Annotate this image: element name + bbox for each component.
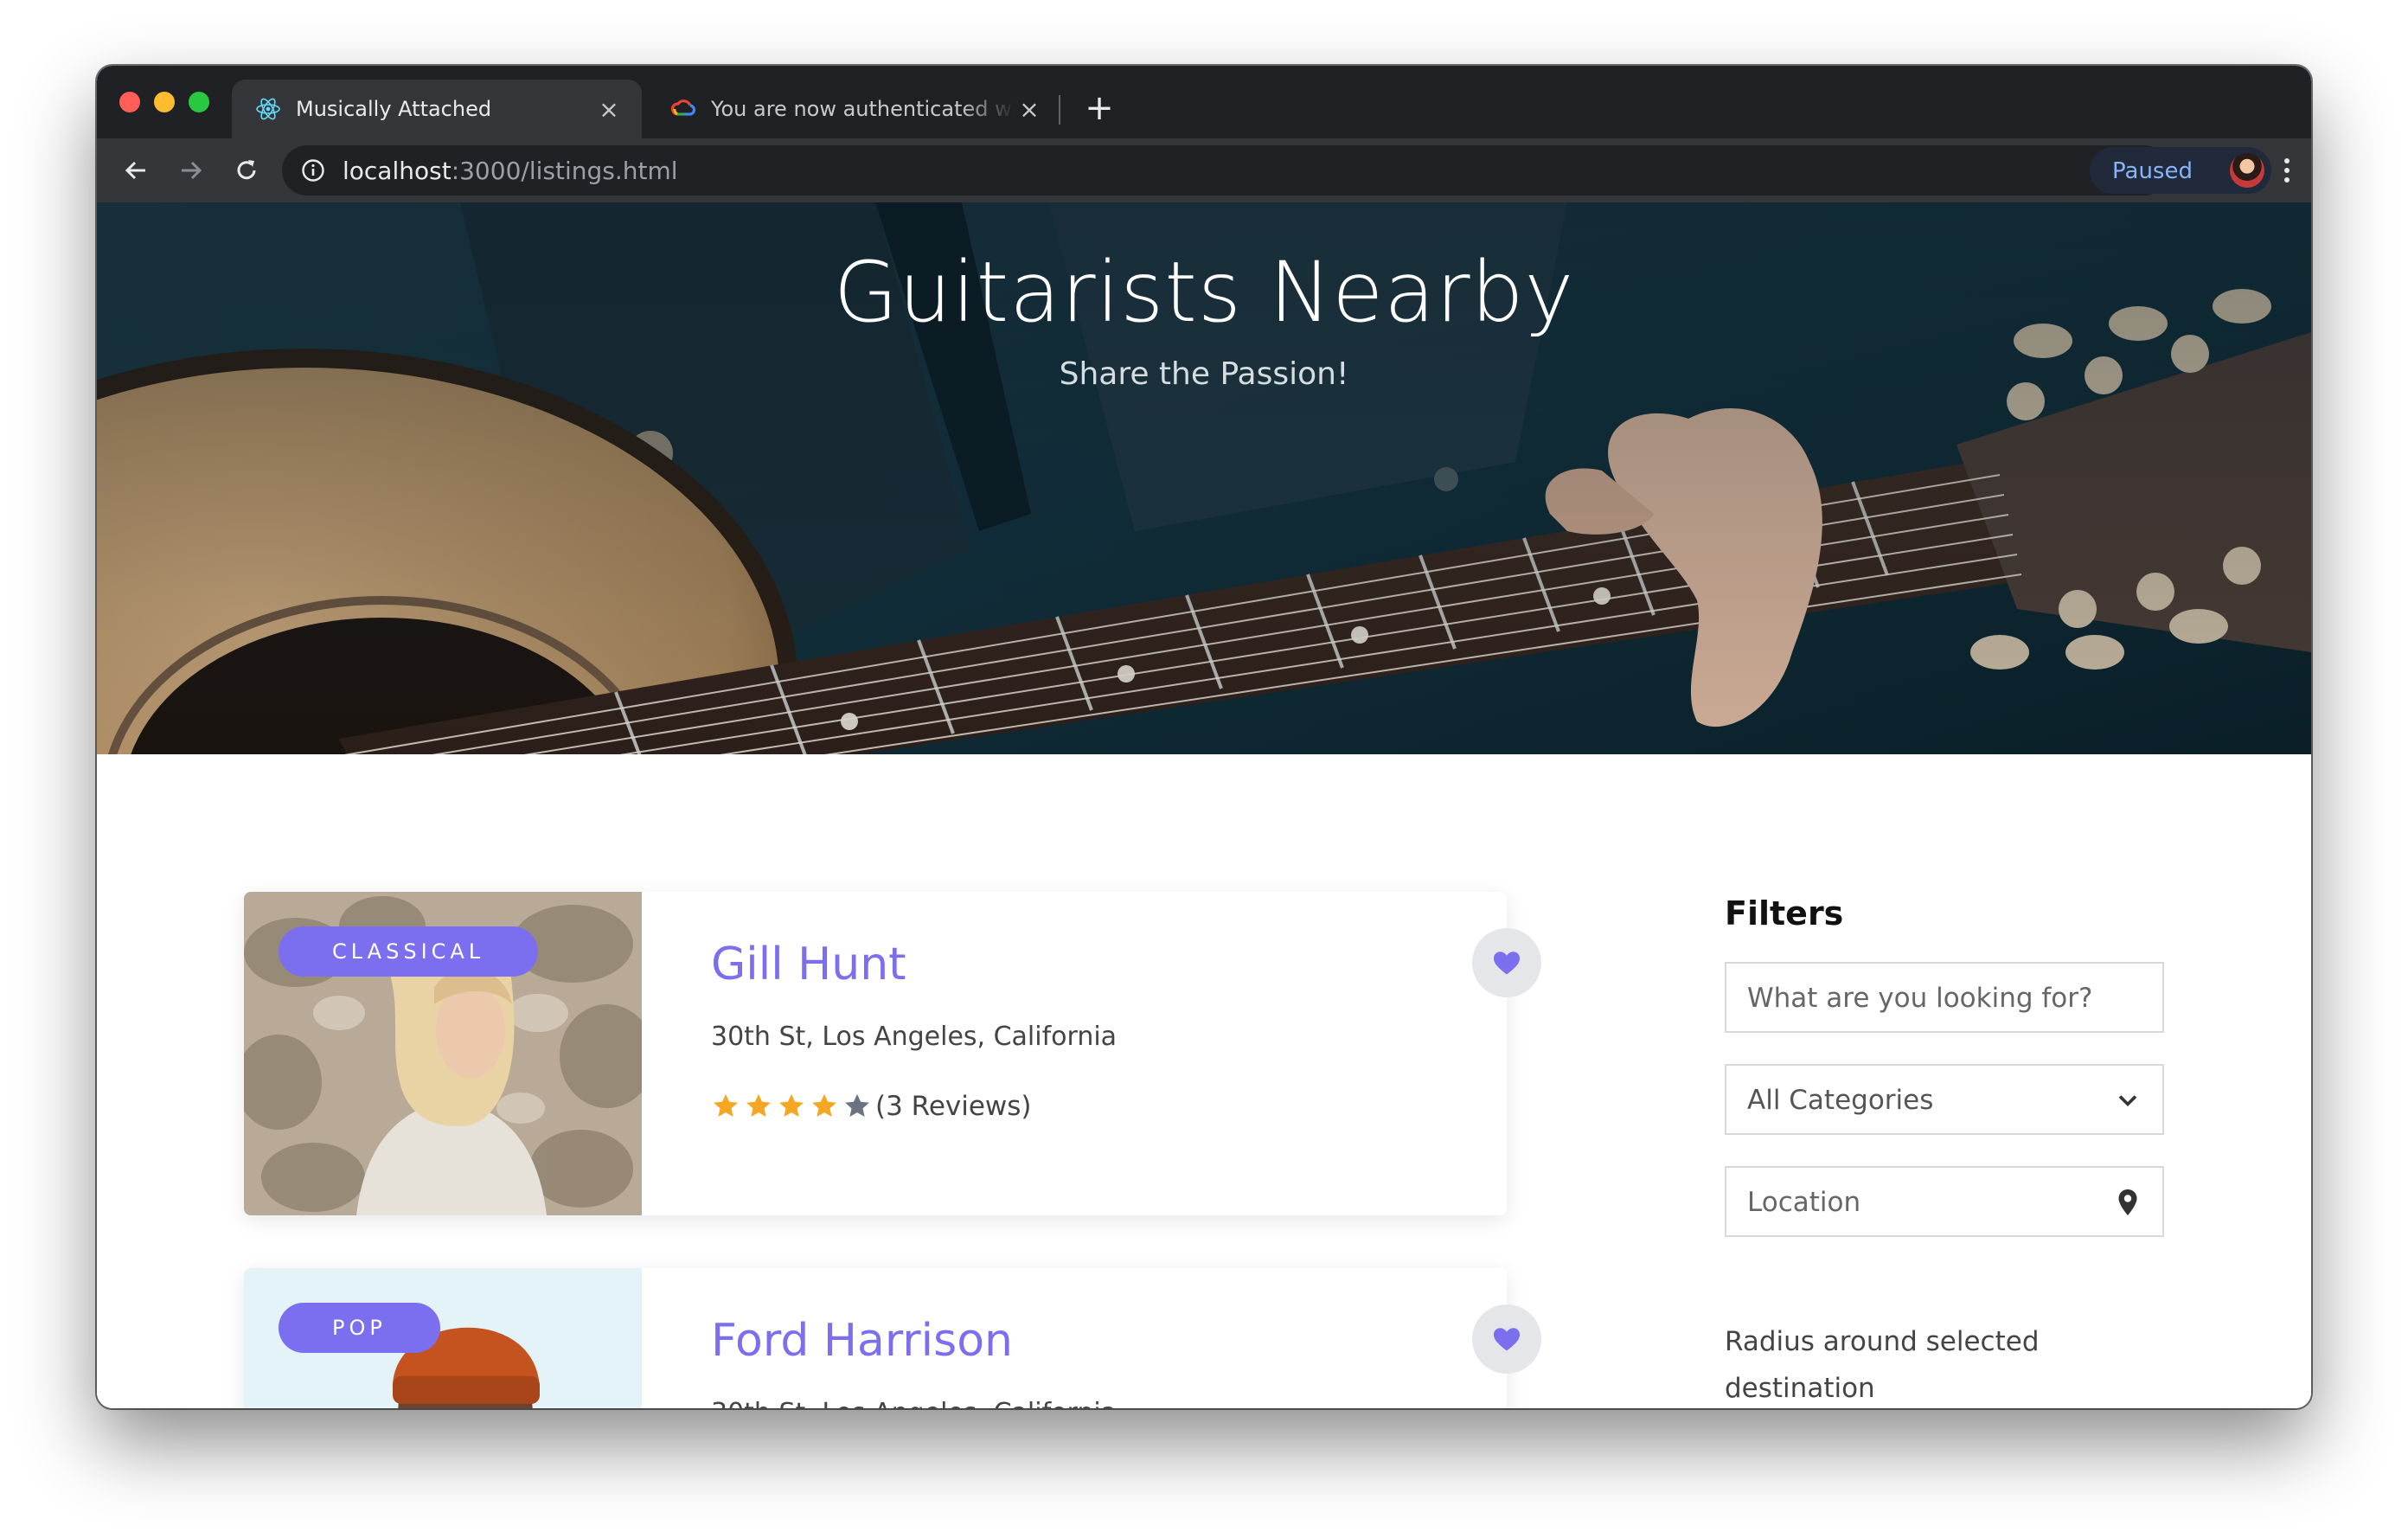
close-tab-icon[interactable]: × [1015,95,1043,124]
listing-rating: (3 Reviews) [711,1091,1032,1122]
profile-status: Paused [2112,158,2193,184]
star-icon [714,1093,738,1118]
heart-icon [1494,1328,1520,1351]
browser-toolbar: localhost:3000/listings.html Paused [97,138,2311,202]
tab-title: You are now authenticated with [711,97,1015,121]
listing-address: 30th St, Los Angeles, California [711,1398,1117,1408]
close-tab-icon[interactable]: × [595,95,623,124]
favorite-button[interactable] [1472,1304,1541,1374]
location-placeholder: Location [1747,1187,1861,1218]
back-icon[interactable] [114,149,157,192]
star-icon [812,1093,836,1118]
location-input[interactable]: Location [1725,1166,2164,1237]
tab-title: Musically Attached [296,97,492,121]
map-pin-icon[interactable] [2112,1187,2143,1218]
google-cloud-icon [669,95,697,123]
category-value: All Categories [1747,1085,1934,1116]
new-tab-icon[interactable]: + [1079,88,1119,128]
chevron-down-icon [2112,1085,2143,1116]
listing-card[interactable]: CLASSICAL Gill Hunt 30th St, Los Angeles… [244,892,1541,1215]
radius-label: Radius around selected destination [1725,1326,2040,1404]
listing-name[interactable]: Ford Harrison [711,1315,1013,1367]
page-title: Guitarists Nearby [833,244,1575,341]
heart-icon [1494,952,1520,975]
forward-icon[interactable] [170,149,213,192]
profile-paused-button[interactable]: Paused [2090,147,2271,194]
browser-window: Musically Attached × You are now authent… [97,66,2311,1408]
listing-name[interactable]: Gill Hunt [711,939,906,990]
tab-strip: Musically Attached × You are now authent… [97,66,2311,138]
listing-card[interactable]: POP Ford Harrison 30th St, Los Angeles, … [244,1268,1541,1408]
url-path: :3000/listings.html [451,157,678,185]
filters-heading: Filters [1725,894,1844,932]
react-icon [254,95,282,123]
url-text: localhost:3000/listings.html [343,157,678,185]
category-badge[interactable]: CLASSICAL [279,926,539,977]
minimize-window-button[interactable] [154,92,175,112]
search-input[interactable]: What are you looking for? [1725,962,2164,1033]
url-host: localhost [343,157,452,185]
page-content: Guitarists Nearby Share the Passion! CLA… [97,202,2311,1408]
tab-authenticated[interactable]: You are now authenticated with × [647,80,1062,138]
tab-musically-attached[interactable]: Musically Attached × [232,80,642,138]
favorite-button[interactable] [1472,928,1541,997]
category-select[interactable]: All Categories [1725,1064,2164,1135]
address-bar[interactable]: localhost:3000/listings.html [282,145,2169,195]
maximize-window-button[interactable] [189,92,209,112]
star-icon [746,1093,771,1118]
search-placeholder: What are you looking for? [1747,983,2093,1014]
review-count[interactable]: (3 Reviews) [875,1091,1032,1122]
listing-photo: CLASSICAL [244,892,642,1215]
close-window-button[interactable] [119,92,140,112]
reload-icon[interactable] [225,149,268,192]
tab-separator [1059,95,1060,125]
listing-photo: POP [244,1268,642,1408]
star-empty-icon [845,1093,869,1118]
site-info-icon[interactable] [301,158,325,183]
page-subtitle: Share the Passion! [1059,356,1349,392]
listing-address: 30th St, Los Angeles, California [711,1022,1118,1052]
star-icon [779,1093,804,1118]
hero-banner: Guitarists Nearby Share the Passion! [97,202,2311,754]
avatar [2230,153,2264,188]
browser-menu-icon[interactable] [2270,152,2304,189]
category-badge[interactable]: POP [279,1303,440,1353]
